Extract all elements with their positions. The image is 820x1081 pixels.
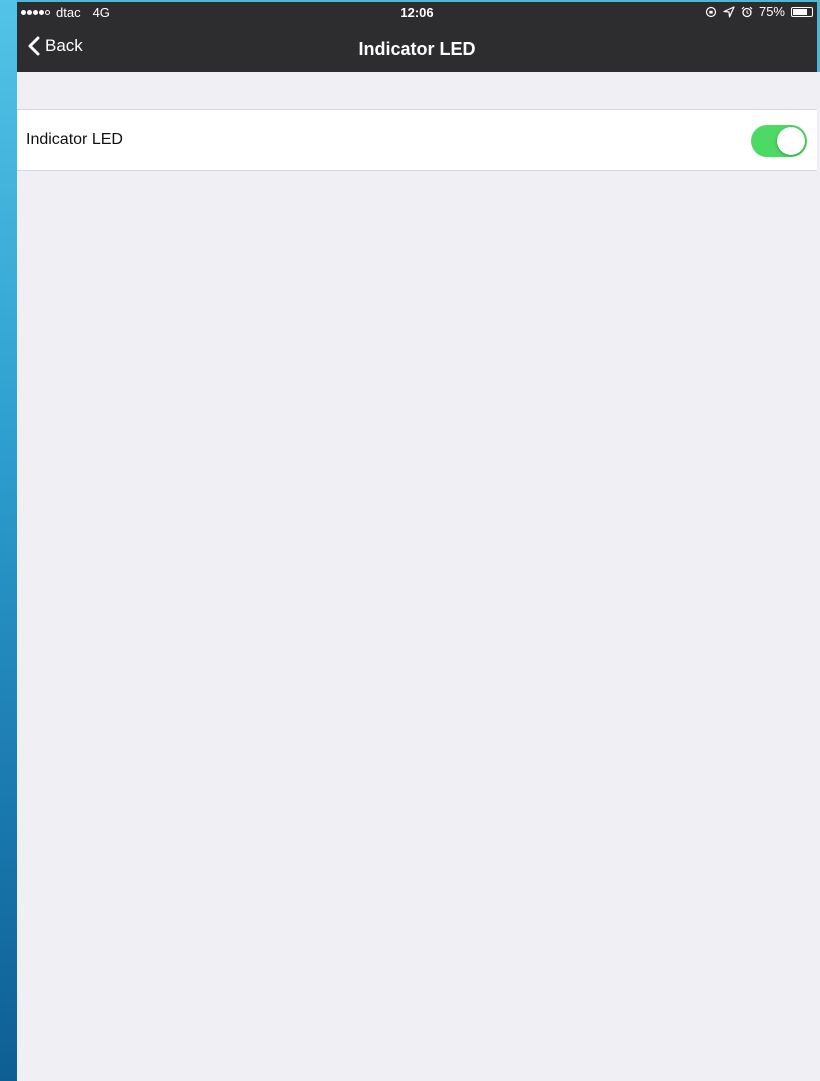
status-time: 12:06: [400, 5, 434, 20]
status-bar: dtac 4G 12:06 75%: [17, 2, 817, 22]
indicator-led-toggle[interactable]: [751, 125, 807, 157]
left-border: [0, 0, 17, 1081]
nav-bar: Back Indicator LED: [17, 28, 817, 72]
header: dtac 4G 12:06 75% Back Indicator LED: [17, 2, 817, 72]
battery-icon: [791, 6, 813, 17]
battery-percent: 75%: [758, 4, 785, 19]
toggle-knob: [777, 127, 805, 155]
app-screen: dtac 4G 12:06 75% Back Indicator LED Ind…: [17, 2, 817, 1081]
lock-rotation-icon: [705, 6, 717, 17]
status-right: 75%: [705, 4, 813, 19]
location-icon: [723, 5, 735, 18]
settings-row-indicator-led: Indicator LED: [17, 109, 817, 171]
page-title: Indicator LED: [358, 39, 476, 59]
indicator-led-label: Indicator LED: [26, 131, 123, 148]
alarm-icon: [741, 6, 753, 17]
